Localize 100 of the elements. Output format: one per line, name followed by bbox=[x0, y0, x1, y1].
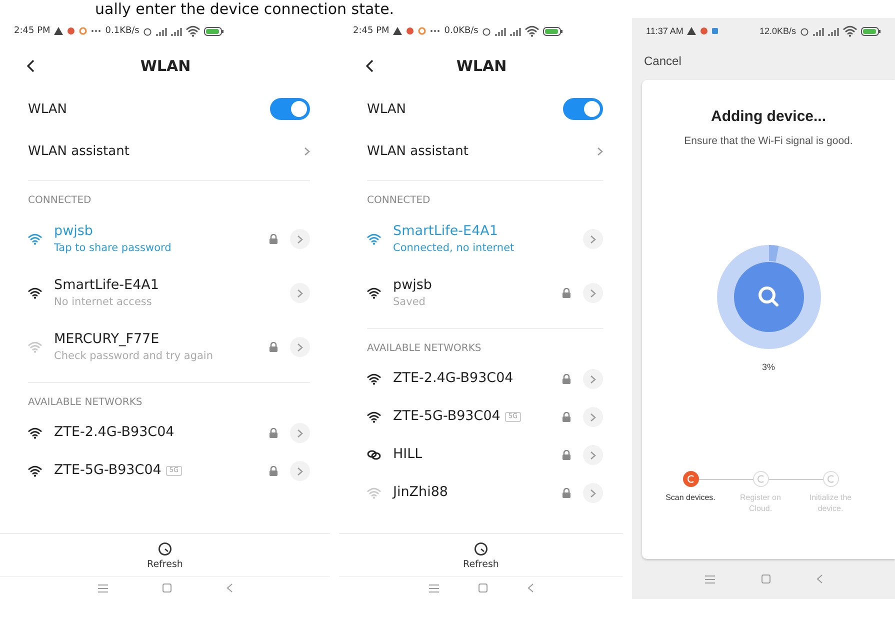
chevron-right-icon bbox=[297, 428, 303, 438]
chevron-right-icon bbox=[297, 234, 303, 244]
network-status: Tap to share password bbox=[54, 242, 172, 254]
wlan-label: WLAN bbox=[28, 102, 68, 116]
network-speed: 12.0KB/s bbox=[759, 26, 796, 36]
chevron-right-icon bbox=[590, 288, 596, 298]
section-heading: CONNECTED bbox=[366, 194, 432, 208]
details-button[interactable] bbox=[290, 423, 310, 443]
chevron-right-icon bbox=[297, 466, 303, 476]
menu-icon[interactable] bbox=[96, 584, 109, 592]
network-status: Check password and try again bbox=[54, 350, 214, 362]
status-time: 2:45 PM bbox=[353, 26, 390, 36]
details-button[interactable] bbox=[290, 461, 310, 481]
dialog-subtitle: Ensure that the Wi-Fi signal is good. bbox=[684, 135, 853, 147]
network-name[interactable]: ZTE-5G-B93C04 bbox=[393, 409, 500, 425]
status-time: 2:45 PM bbox=[14, 26, 50, 36]
network-name[interactable]: MERCURY_F77E bbox=[54, 332, 160, 348]
cellular-signal-icon bbox=[510, 26, 522, 36]
network-name[interactable]: JinZhi88 bbox=[393, 485, 448, 501]
chevron-right-icon bbox=[297, 342, 303, 352]
battery-icon bbox=[861, 26, 881, 36]
status-time: 11:37 AM bbox=[646, 26, 684, 36]
wlan-label: WLAN bbox=[367, 102, 408, 116]
wlan-assistant-link[interactable]: WLAN assistant bbox=[367, 144, 597, 158]
chevron-right-icon bbox=[590, 412, 596, 422]
section-heading: CONNECTED bbox=[27, 194, 92, 208]
details-button[interactable] bbox=[290, 337, 310, 357]
network-name[interactable]: ZTE-2.4G-B93C04 bbox=[393, 371, 514, 387]
refresh-icon bbox=[158, 542, 172, 556]
back-icon[interactable] bbox=[26, 59, 35, 73]
home-icon[interactable] bbox=[760, 574, 771, 584]
cancel-button[interactable]: Cancel bbox=[632, 44, 895, 80]
chevron-right-icon bbox=[304, 146, 310, 156]
notification-dot-icon bbox=[67, 27, 76, 35]
network-name[interactable]: HILL bbox=[393, 447, 422, 463]
chevron-right-icon bbox=[297, 288, 303, 298]
network-status: Connected, no internet bbox=[393, 242, 516, 254]
refresh-button[interactable]: Refresh bbox=[463, 542, 499, 570]
wifi-icon bbox=[525, 25, 540, 37]
notification-dot-icon bbox=[418, 27, 426, 35]
details-button[interactable] bbox=[583, 407, 603, 427]
chevron-right-icon bbox=[590, 450, 596, 460]
menu-icon[interactable] bbox=[428, 584, 440, 592]
details-button[interactable] bbox=[583, 483, 603, 503]
chevron-right-icon bbox=[590, 234, 596, 244]
more-icon bbox=[91, 29, 102, 33]
notification-dot-icon bbox=[406, 27, 414, 35]
home-icon[interactable] bbox=[478, 583, 488, 593]
cellular-signal-icon bbox=[495, 26, 506, 36]
warning-icon bbox=[54, 27, 64, 35]
app-icon bbox=[712, 28, 718, 34]
cellular-signal-icon bbox=[156, 26, 168, 36]
warning-icon bbox=[393, 27, 402, 35]
back-icon[interactable] bbox=[365, 59, 374, 73]
wlan-toggle[interactable] bbox=[270, 98, 310, 120]
screen-title: WLAN bbox=[139, 57, 192, 75]
network-speed: 0.0KB/s bbox=[444, 26, 478, 36]
battery-icon bbox=[204, 26, 224, 36]
progress-percent: 3% bbox=[762, 362, 775, 372]
cellular-signal-icon bbox=[171, 26, 182, 36]
network-name[interactable]: ZTE-5G-B93C04 bbox=[54, 463, 162, 479]
caption-text: ually enter the device connection state. bbox=[94, 0, 396, 18]
wifi-icon bbox=[843, 25, 857, 37]
notification-dot-icon bbox=[79, 27, 88, 35]
section-heading: AVAILABLE NETWORKS bbox=[27, 396, 144, 410]
wlan-assistant-link[interactable]: WLAN assistant bbox=[28, 144, 304, 158]
step-label: Register on Cloud. bbox=[739, 493, 782, 514]
wlan-toggle[interactable] bbox=[563, 98, 603, 120]
section-heading: AVAILABLE NETWORKS bbox=[366, 342, 482, 356]
step-label: Initialize the device. bbox=[808, 493, 853, 514]
details-button[interactable] bbox=[583, 445, 603, 465]
chevron-right-icon bbox=[590, 488, 596, 498]
chevron-right-icon bbox=[590, 374, 596, 384]
more-icon bbox=[430, 29, 440, 33]
refresh-button[interactable]: Refresh bbox=[147, 542, 183, 570]
network-speed: 0.1KB/s bbox=[105, 26, 140, 36]
chevron-right-icon bbox=[597, 146, 603, 156]
details-button[interactable] bbox=[583, 369, 603, 389]
network-name[interactable]: ZTE-2.4G-B93C04 bbox=[54, 425, 174, 441]
warning-icon bbox=[687, 27, 696, 35]
network-name[interactable]: pwjsb bbox=[393, 278, 432, 294]
refresh-icon bbox=[474, 542, 488, 556]
home-icon[interactable] bbox=[162, 583, 172, 593]
cellular-signal-icon bbox=[813, 26, 824, 36]
notification-dot-icon bbox=[700, 27, 708, 35]
details-button[interactable] bbox=[583, 229, 603, 249]
menu-icon[interactable] bbox=[704, 574, 716, 584]
details-button[interactable] bbox=[583, 283, 603, 303]
screen-title: WLAN bbox=[455, 57, 508, 75]
cellular-signal-icon bbox=[828, 26, 839, 36]
step-label: Scan devices. bbox=[664, 493, 716, 504]
dialog-title: Adding device... bbox=[710, 108, 826, 125]
network-status: No internet access bbox=[54, 296, 153, 308]
details-button[interactable] bbox=[290, 283, 310, 303]
details-button[interactable] bbox=[290, 229, 310, 249]
network-name[interactable]: SmartLife-E4A1 bbox=[54, 278, 159, 294]
search-icon bbox=[758, 286, 778, 306]
battery-icon bbox=[543, 26, 564, 36]
network-status: Saved bbox=[393, 296, 426, 308]
wifi-icon bbox=[186, 25, 200, 37]
